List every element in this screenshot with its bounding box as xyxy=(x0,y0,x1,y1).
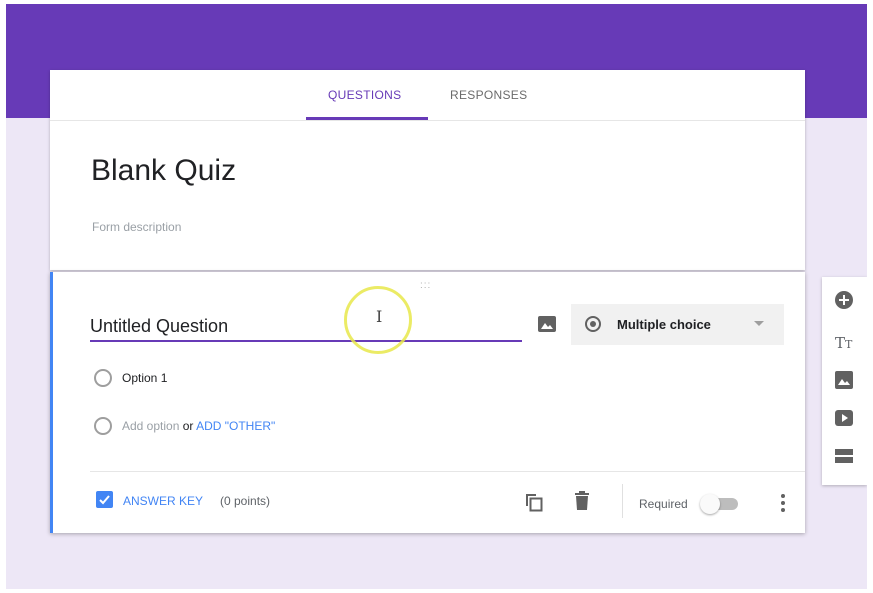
checkbox-icon xyxy=(96,491,113,508)
form-title[interactable]: Blank Quiz xyxy=(91,154,236,188)
active-card-accent xyxy=(50,272,53,533)
page-background: QUESTIONS RESPONSES Blank Quiz Form desc… xyxy=(6,4,867,589)
radio-icon xyxy=(585,316,601,332)
question-card[interactable]: ::: Untitled Question I Multiple choice … xyxy=(50,272,805,533)
form-description-input[interactable]: Form description xyxy=(92,220,181,234)
duplicate-icon[interactable] xyxy=(524,492,544,512)
title-text-glyph: T xyxy=(835,334,846,352)
more-vert-icon[interactable] xyxy=(781,494,785,512)
add-image-icon[interactable] xyxy=(835,371,853,389)
add-option-line: Add option or ADD "OTHER" xyxy=(122,419,275,433)
tab-bar: QUESTIONS RESPONSES xyxy=(50,70,805,121)
title-text-glyph-small: T xyxy=(845,338,853,351)
answer-key-label: ANSWER KEY xyxy=(123,494,204,508)
drag-handle-icon[interactable]: ::: xyxy=(420,280,431,291)
footer-separator xyxy=(622,484,623,518)
tab-responses[interactable]: RESPONSES xyxy=(450,88,527,102)
image-icon[interactable] xyxy=(538,316,556,332)
required-label: Required xyxy=(639,497,688,511)
add-option-link[interactable]: Add option xyxy=(122,419,179,433)
tab-questions[interactable]: QUESTIONS xyxy=(328,88,401,102)
required-toggle-knob[interactable] xyxy=(700,494,720,514)
card-divider xyxy=(90,471,805,472)
question-title: Untitled Question xyxy=(90,316,229,336)
radio-icon xyxy=(94,369,112,387)
trash-icon[interactable] xyxy=(574,491,590,511)
form-header-card: QUESTIONS RESPONSES Blank Quiz Form desc… xyxy=(50,70,805,270)
side-toolbar: TT xyxy=(822,277,867,485)
option-label[interactable]: Option 1 xyxy=(122,371,167,385)
active-tab-indicator xyxy=(306,117,428,120)
or-text: or xyxy=(182,419,194,433)
add-circle-icon[interactable] xyxy=(835,291,853,309)
chevron-down-icon xyxy=(754,321,764,326)
radio-icon xyxy=(94,417,112,435)
video-icon[interactable] xyxy=(835,409,853,427)
question-type-label: Multiple choice xyxy=(617,317,711,332)
add-other-link[interactable]: ADD "OTHER" xyxy=(196,419,275,433)
text-cursor-icon: I xyxy=(376,307,383,326)
title-text-icon[interactable]: TT xyxy=(835,334,853,352)
question-type-dropdown[interactable]: Multiple choice xyxy=(571,304,784,345)
points-label: (0 points) xyxy=(220,494,271,508)
question-title-field[interactable]: Untitled Question xyxy=(90,304,522,342)
section-icon[interactable] xyxy=(835,447,853,465)
